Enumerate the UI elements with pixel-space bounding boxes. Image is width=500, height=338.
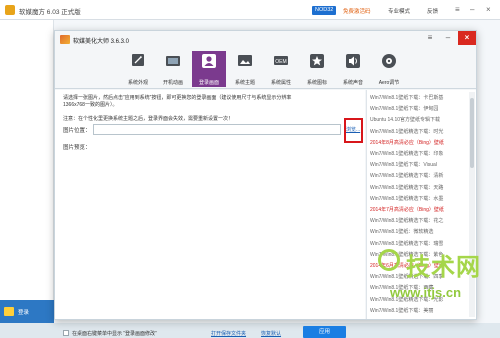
folder-icon xyxy=(4,307,14,316)
dialog-titlebar[interactable]: 软媒美化大师 3.6.3.0 ≡ – × xyxy=(55,31,476,49)
svg-text:OEM: OEM xyxy=(275,59,286,65)
tab-login-screen[interactable]: 登录画面 xyxy=(192,51,226,87)
article-link[interactable]: Ubuntu 14.10官方壁纸专辑下载 xyxy=(370,116,468,123)
tab-label: 系统属性 xyxy=(270,80,291,86)
article-link[interactable]: Win7/Win8.1壁纸精选下载：瑞雪 xyxy=(370,240,468,247)
article-link[interactable]: Win7/Win8.1壁纸精选下载：天路 xyxy=(370,184,468,191)
feedback-menu[interactable]: 反馈 xyxy=(427,7,438,15)
tab-aero-adjust[interactable]: Aero调节 xyxy=(372,51,406,87)
tab-system-sound[interactable]: 系统声音 xyxy=(336,51,370,87)
tab-label: Aero调节 xyxy=(378,80,400,86)
watermark-logo-icon xyxy=(378,249,400,271)
watermark: 技术网 www.itjs.cn xyxy=(378,247,500,317)
context-menu-checkbox-label[interactable]: 在桌面右键菜单中显示 “登录画面修改” xyxy=(72,330,157,337)
article-link[interactable]: Win7/Win8.1壁纸精选下载：印象 xyxy=(370,150,468,157)
article-link[interactable]: 2014年7月高清必应（Bing）壁纸 xyxy=(370,206,468,213)
minimize-icon[interactable]: – xyxy=(439,31,457,45)
main-close-icon[interactable]: × xyxy=(486,5,491,14)
browse-link[interactable]: 浏览... xyxy=(346,126,360,133)
image-preview-area xyxy=(63,150,361,300)
dialog-title: 软媒美化大师 3.6.3.0 xyxy=(73,39,130,45)
instructions-text: 请选择一张图片，然后点击“应用到系统”按钮，即可更换您的登录画面（建议使用尺寸与… xyxy=(63,95,292,108)
restore-default-link[interactable]: 恢复默认 xyxy=(261,330,281,337)
login-label[interactable]: 登录 xyxy=(18,308,29,316)
tab-label: 系统声音 xyxy=(342,80,363,86)
theme-icon xyxy=(238,55,252,66)
tab-system-theme[interactable]: 系统主题 xyxy=(228,51,262,87)
tab-label: 系统主题 xyxy=(234,80,255,86)
watermark-brand: 技术网 xyxy=(406,254,481,281)
feature-toolbar: 系统外观 开机动画 登录画面 系统主题 OEM 系统属性 系统图标 系统声音 A xyxy=(55,49,476,89)
main-app-titlebar: 软媒魔方 6.03 正式版 NOD32 免费激活码 专业模式 反馈 ≡ – × xyxy=(0,0,500,20)
tab-system-appearance[interactable]: 系统外观 xyxy=(121,51,155,87)
article-link[interactable]: Win7/Win8.1壁纸精选下载：水墨 xyxy=(370,195,468,202)
tab-boot-animation[interactable]: 开机动画 xyxy=(156,51,190,87)
nod32-promo-link[interactable]: 免费激活码 xyxy=(343,7,371,15)
open-save-folder-link[interactable]: 打开保存文件夹 xyxy=(211,330,246,337)
tab-label: 登录画面 xyxy=(198,80,219,86)
article-link[interactable]: Win7/Win8.1壁纸：微软精选 xyxy=(370,228,468,235)
main-app-title: 软媒魔方 6.03 正式版 xyxy=(19,9,81,16)
image-location-label: 图片位置： xyxy=(63,128,91,134)
system-properties-icon: OEM xyxy=(274,56,288,65)
article-link[interactable]: 2014年8月高清必应（Bing）壁纸 xyxy=(370,139,468,146)
warning-note: 注意：在个性化里更换系统主题之后，登录界面会失效，需要重新设置一次！ xyxy=(63,116,234,122)
article-link[interactable]: Win7/Win8.1壁纸精选下载：时光 xyxy=(370,128,468,135)
star-icon xyxy=(310,54,324,68)
speaker-icon xyxy=(346,54,360,68)
watermark-url: www.itjs.cn xyxy=(390,285,462,300)
monitor-icon xyxy=(132,54,144,66)
article-link[interactable]: Win7/Win8.1壁纸下载：Visual xyxy=(370,161,468,168)
user-login-icon xyxy=(202,54,216,68)
tab-label: 系统图标 xyxy=(306,80,327,86)
main-app-sidebar xyxy=(0,20,54,323)
main-minimize-icon[interactable]: – xyxy=(470,5,474,14)
rubiks-cube-logo-icon xyxy=(5,5,15,15)
article-link[interactable]: Win7/Win8.1壁纸精选下载：花之 xyxy=(370,217,468,224)
article-link[interactable]: Win7/Win8.1壁纸下载：卡巴斯基 xyxy=(370,94,468,101)
scrollbar-thumb[interactable] xyxy=(470,98,474,168)
close-icon[interactable]: × xyxy=(458,31,476,45)
menu-icon[interactable]: ≡ xyxy=(421,31,439,45)
boot-animation-icon xyxy=(166,56,180,66)
beautify-master-logo-icon xyxy=(60,35,70,44)
tab-label: 开机动画 xyxy=(162,80,183,86)
tab-label: 系统外观 xyxy=(127,80,148,86)
nod32-badge[interactable]: NOD32 xyxy=(312,6,337,15)
main-menu-icon[interactable]: ≡ xyxy=(455,5,460,14)
apply-button[interactable]: 应用 xyxy=(303,326,346,338)
aero-icon xyxy=(382,54,396,68)
image-path-input[interactable] xyxy=(93,124,341,135)
article-link[interactable]: Win7/Win8.1壁纸下载：伊甸园 xyxy=(370,105,468,112)
login-bar[interactable]: 登录 xyxy=(0,300,54,323)
context-menu-checkbox[interactable] xyxy=(63,330,69,336)
login-screen-panel: 请选择一张图片，然后点击“应用到系统”按钮，即可更换您的登录画面（建议使用尺寸与… xyxy=(55,90,365,338)
pro-mode-menu[interactable]: 专业模式 xyxy=(388,7,410,15)
article-link[interactable]: Win7/Win8.1壁纸精选下载：清新 xyxy=(370,172,468,179)
tab-system-icons[interactable]: 系统图标 xyxy=(300,51,334,87)
tab-system-properties[interactable]: OEM 系统属性 xyxy=(264,51,298,87)
